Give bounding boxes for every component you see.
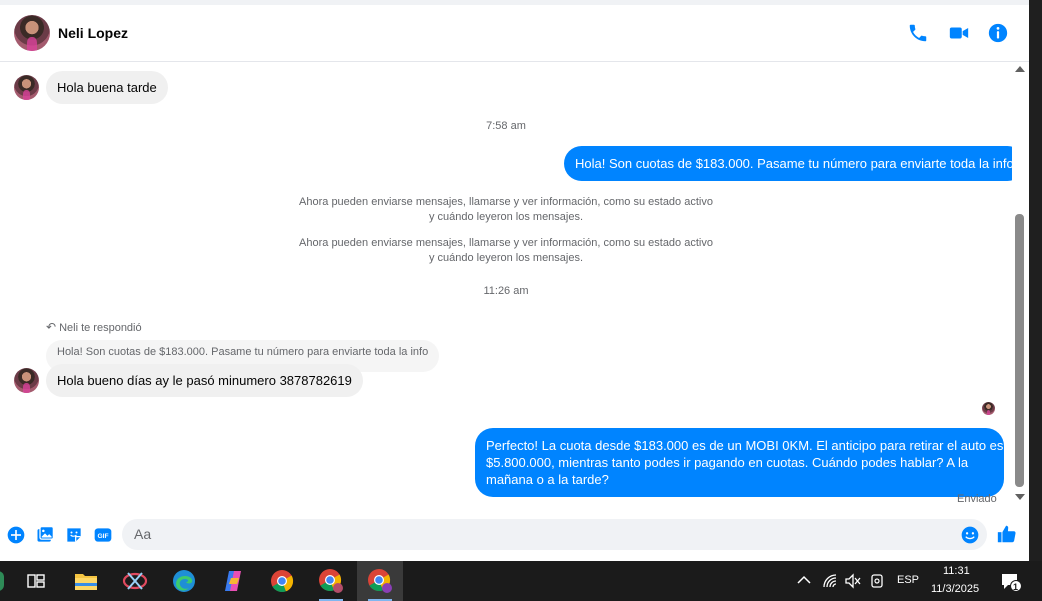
plus-icon[interactable] [6,525,26,545]
scroll-up-arrow-icon[interactable] [1015,66,1025,72]
notifications-icon[interactable] [1000,572,1022,592]
sticker-icon[interactable] [64,525,84,545]
chevron-up-icon[interactable] [797,575,811,585]
system-message: Ahora pueden enviarse mensajes, llamarse… [0,236,1012,266]
emoji-icon[interactable] [960,525,980,545]
scroll-down-arrow-icon[interactable] [1015,494,1025,500]
wifi-icon[interactable] [822,573,838,589]
message-scrollbar[interactable] [1012,62,1029,518]
outgoing-message[interactable]: Hola! Son cuotas de $183.000. Pasame tu … [564,146,1025,181]
scroll-thumb[interactable] [1015,214,1024,487]
clock-time[interactable]: 11:31 [943,565,970,577]
photo-icon[interactable] [35,525,55,545]
system-message-line: y cuándo leyeron los mensajes. [428,211,584,223]
system-message-line: y cuándo leyeron los mensajes. [428,252,584,264]
reply-indicator: ↶ Neli te respondió [46,320,142,334]
clock-date[interactable]: 11/3/2025 [931,583,979,595]
windows-taskbar: ESP 11:31 11/3/2025 1 [0,561,1042,601]
gif-icon[interactable]: GIF [93,525,113,545]
video-call-icon[interactable] [948,22,970,44]
incoming-message[interactable]: Hola bueno días ay le pasó minumero 3878… [46,364,363,397]
chrome-profile-icon[interactable] [308,561,354,601]
contact-avatar-small[interactable] [14,75,39,100]
chrome-icon[interactable] [259,561,305,601]
outgoing-message[interactable]: Perfecto! La cuota desde $183.000 es de … [475,428,1022,497]
widgets-icon[interactable] [0,561,10,601]
timestamp: 11:26 am [483,285,529,297]
snipping-tool-icon[interactable] [112,561,158,601]
info-icon[interactable] [987,22,1009,44]
window-edge [1029,0,1042,561]
chat-header: Neli Lopez [0,5,1029,62]
phone-icon[interactable] [907,22,929,44]
chrome-profile-active-icon[interactable] [357,561,403,601]
copilot-icon[interactable] [210,561,256,601]
messenger-window: Neli Lopez Hola buena tarde 7:58 am Hola… [0,0,1042,601]
message-input[interactable] [134,526,954,542]
message-line: mañana o a la tarde? [486,472,609,487]
message-input-container[interactable] [122,519,987,550]
file-explorer-icon[interactable] [63,561,109,601]
reply-label-text: Neli te respondió [59,322,142,334]
contact-name[interactable]: Neli Lopez [58,25,128,41]
message-line: Perfecto! La cuota desde $183.000 es de … [486,438,1022,453]
message-composer: GIF [0,518,1029,561]
system-message: Ahora pueden enviarse mensajes, llamarse… [0,195,1012,225]
sent-status: Enviado [957,493,997,505]
volume-muted-icon[interactable] [844,573,862,589]
thumbs-up-icon[interactable] [996,523,1018,545]
task-view-icon[interactable] [13,561,59,601]
system-message-line: Ahora pueden enviarse mensajes, llamarse… [299,237,713,249]
message-line: $5.800.000, mientras tanto podes ir paga… [486,455,969,470]
incoming-message[interactable]: Hola buena tarde [46,71,168,104]
contact-avatar[interactable] [14,15,50,51]
camera-in-use-icon[interactable] [870,573,884,589]
reply-arrow-icon: ↶ [46,320,57,334]
language-indicator[interactable]: ESP [897,574,919,586]
notification-count: 1 [1013,582,1019,592]
contact-avatar-small[interactable] [14,368,39,393]
seen-avatar [982,402,995,415]
system-message-line: Ahora pueden enviarse mensajes, llamarse… [299,196,713,208]
edge-browser-icon[interactable] [161,561,207,601]
message-list: Hola buena tarde 7:58 am Hola! Son cuota… [0,62,1025,518]
timestamp: 7:58 am [486,120,526,132]
svg-text:GIF: GIF [97,533,108,540]
